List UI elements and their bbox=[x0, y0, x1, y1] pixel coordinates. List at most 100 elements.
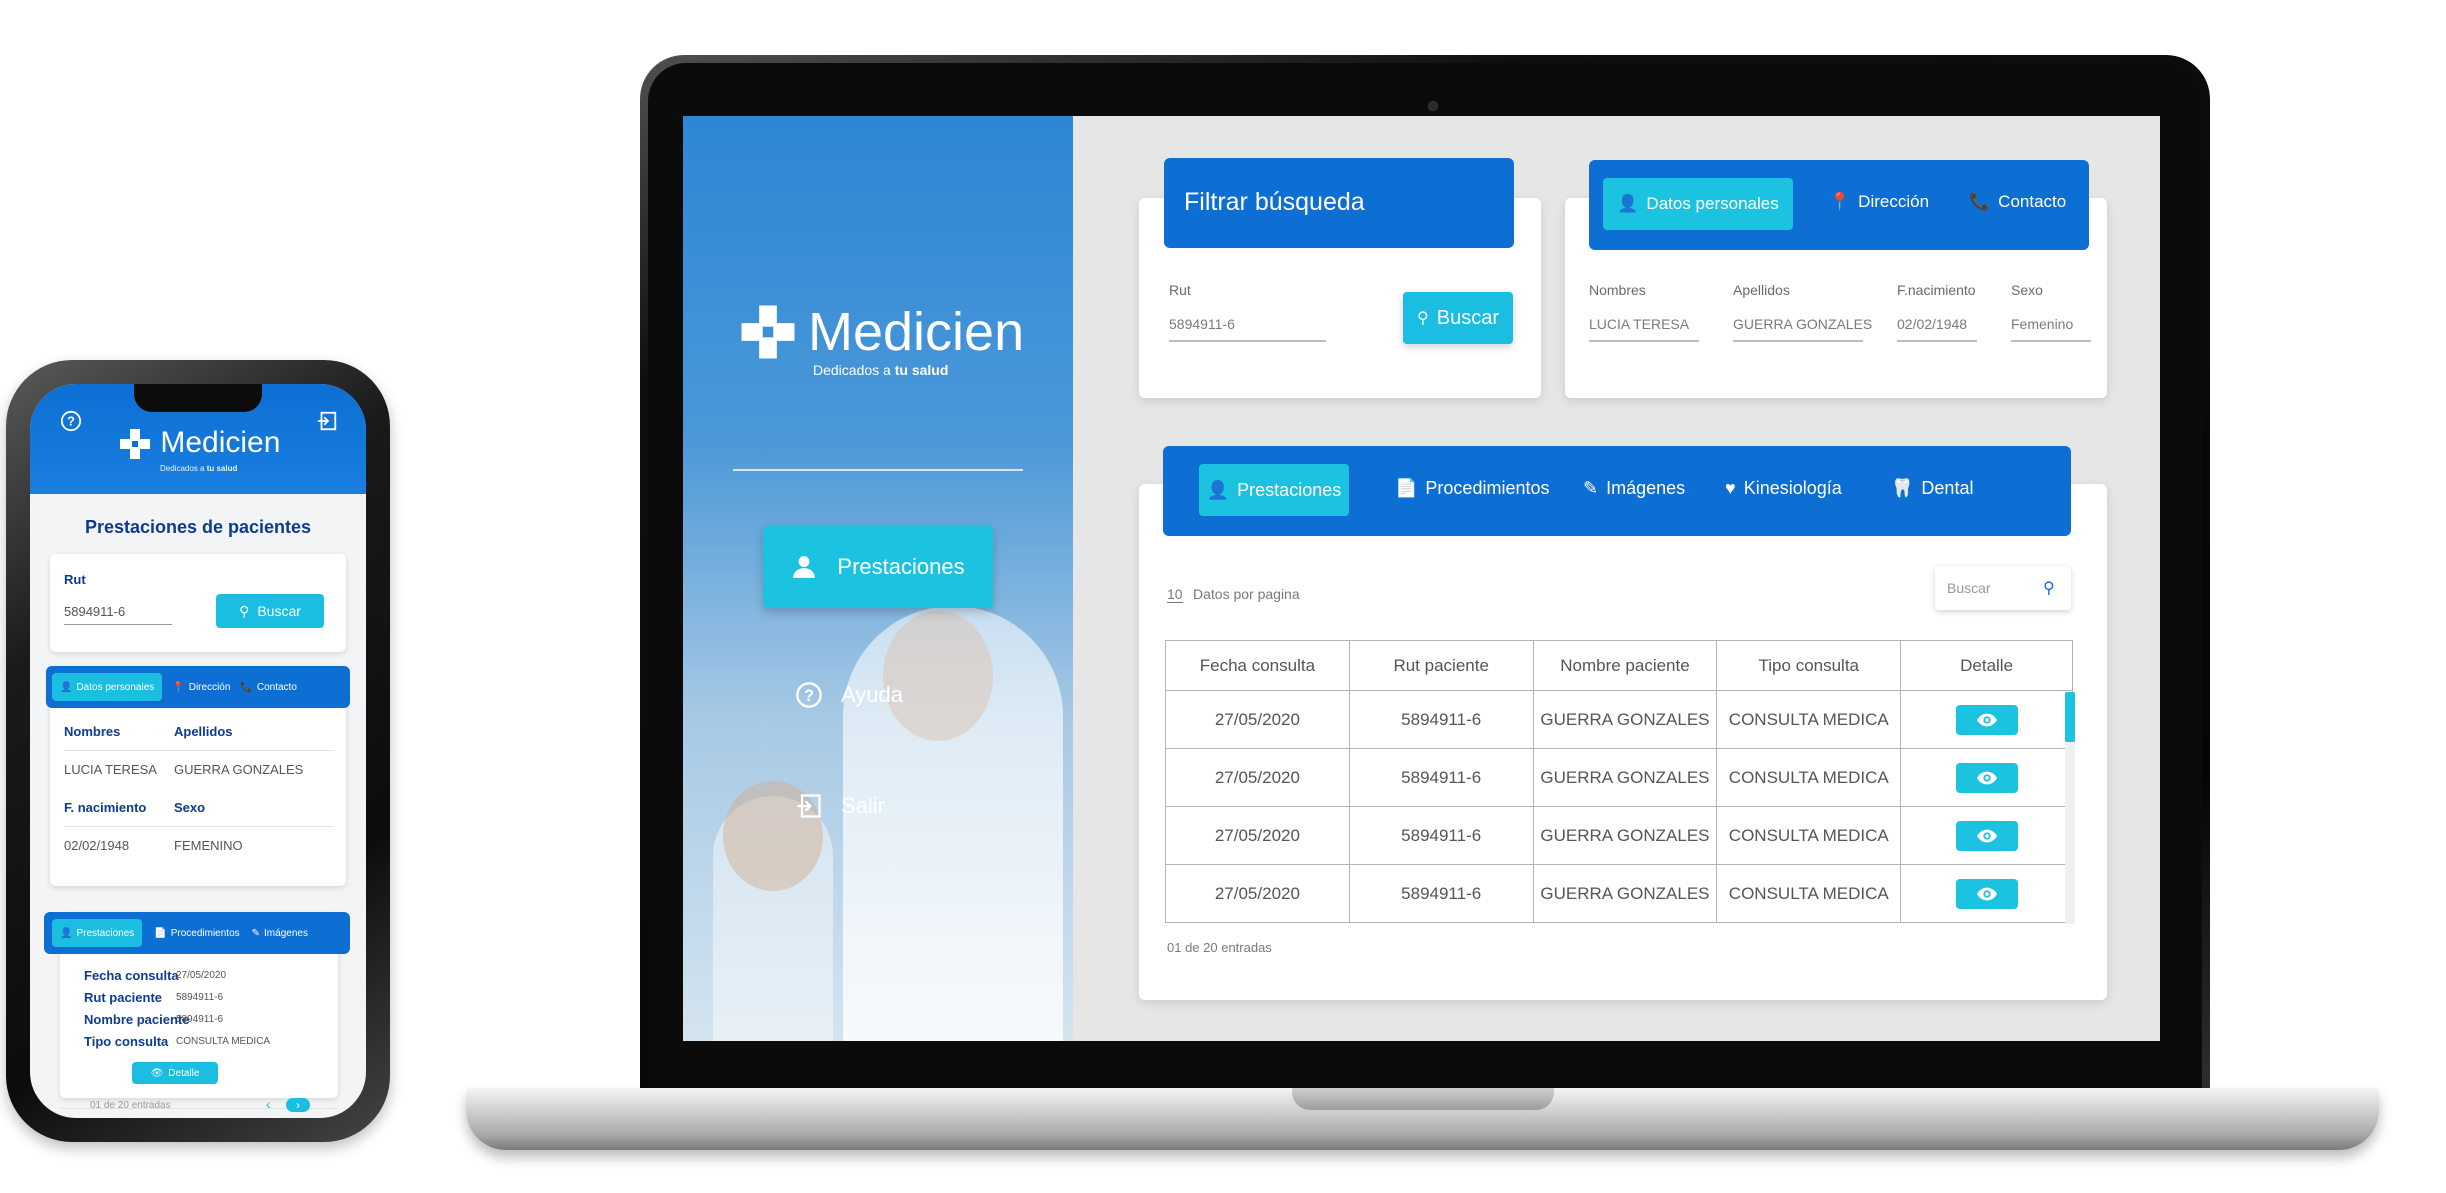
phone-tab-imagenes[interactable]: ✎ Imágenes bbox=[252, 928, 308, 939]
location-pin-icon: 📍 bbox=[1829, 192, 1851, 211]
cell-rut: 5894911-6 bbox=[1348, 748, 1534, 807]
cell-nombre: GUERRA GONZALES bbox=[1532, 748, 1718, 807]
phone-brand-tagline: Dedicados a tu salud bbox=[160, 464, 237, 473]
phone-nombres-label: Nombres bbox=[64, 724, 121, 739]
sidebar-item-prestaciones[interactable]: Prestaciones bbox=[763, 526, 993, 608]
filter-title: Filtrar búsqueda bbox=[1184, 188, 1365, 216]
search-icon: ⚲ bbox=[239, 602, 250, 619]
phone-tipo-consulta-value: CONSULTA MEDICA bbox=[176, 1036, 271, 1047]
per-page-select[interactable]: 10 bbox=[1167, 586, 1183, 603]
phone-nombre-paciente-value: 5894911-6 bbox=[176, 1014, 224, 1025]
search-icon: ⚲ bbox=[1417, 310, 1429, 327]
phone-rut-input[interactable]: 5894911-6 bbox=[64, 604, 125, 619]
nacimiento-value: 02/02/1948 bbox=[1897, 316, 1968, 332]
eye-icon bbox=[1976, 771, 1997, 784]
phone-search-card: Rut 5894911-6 ⚲ Buscar bbox=[50, 554, 346, 652]
cell-detalle bbox=[1900, 748, 2073, 807]
phone-records-card: 👤 Prestaciones 📄 Procedimientos ✎ Imágenes … bbox=[44, 912, 350, 1098]
tab-imagenes[interactable]: ✎ Imágenes bbox=[1583, 478, 1685, 499]
phone-tab-contacto[interactable]: 📞 Contacto bbox=[240, 682, 296, 693]
phone-rut-label: Rut bbox=[64, 572, 86, 587]
logout-icon[interactable] bbox=[314, 408, 340, 434]
col-nombre-paciente[interactable]: Nombre paciente bbox=[1532, 640, 1718, 691]
phone-tab-label: Dirección bbox=[188, 681, 231, 693]
help-icon[interactable]: ? bbox=[58, 408, 84, 434]
phone-notch bbox=[134, 384, 262, 412]
phone-personal-card: 👤 Datos personales 📍 Dirección 📞 Contacto N… bbox=[46, 666, 350, 886]
document-icon: 📄 bbox=[154, 927, 167, 939]
eye-icon: 👁 bbox=[150, 1067, 164, 1079]
divider bbox=[64, 750, 334, 751]
laptop-base-notch bbox=[1292, 1088, 1554, 1110]
phone-detalle-button[interactable]: 👁 Detalle bbox=[132, 1062, 218, 1084]
help-icon: ? bbox=[796, 682, 822, 708]
col-fecha-consulta[interactable]: Fecha consulta bbox=[1165, 640, 1350, 691]
search-button[interactable]: ⚲ Buscar bbox=[1403, 292, 1513, 344]
tab-label: Procedimientos bbox=[1425, 478, 1550, 498]
user-icon: 👤 bbox=[60, 927, 73, 939]
document-icon: 📄 bbox=[1395, 478, 1418, 498]
tab-datos-personales[interactable]: 👤 Datos personales bbox=[1603, 178, 1793, 230]
sidebar-item-label: Salir bbox=[841, 793, 886, 818]
rut-input-underline bbox=[1169, 340, 1326, 342]
phone-logo: Medicien bbox=[118, 426, 280, 461]
nombres-label: Nombres bbox=[1589, 282, 1646, 298]
phone-nombres-value: LUCIA TERESA bbox=[64, 762, 157, 777]
tab-contacto[interactable]: 📞 Contacto bbox=[1969, 192, 2066, 212]
phone-tab-direccion[interactable]: 📍 Dirección bbox=[172, 682, 230, 693]
phone-tab-prestaciones[interactable]: 👤 Prestaciones bbox=[52, 919, 143, 947]
phone-tab-procedimientos[interactable]: 📄 Procedimientos bbox=[154, 928, 239, 939]
heart-pulse-icon: ♥ bbox=[1725, 478, 1736, 498]
sidebar-item-salir[interactable]: Salir bbox=[795, 792, 885, 820]
tagline-prefix: Dedicados a bbox=[813, 362, 895, 378]
phone-tab-label: Contacto bbox=[256, 681, 297, 693]
tagline-bold: tu salud bbox=[206, 464, 238, 473]
view-detail-button[interactable] bbox=[1955, 878, 2018, 909]
xray-icon: ✎ bbox=[251, 927, 261, 939]
tab-dental[interactable]: 🦷 Dental bbox=[1891, 478, 1973, 499]
phone-brand-name: Medicien bbox=[160, 426, 281, 459]
rut-input[interactable]: 5894911-6 bbox=[1169, 316, 1235, 332]
phone-tab-datos-personales[interactable]: 👤 Datos personales bbox=[52, 673, 163, 701]
phone-search-button[interactable]: ⚲ Buscar bbox=[216, 594, 324, 628]
table-search-box[interactable]: Buscar ⚲ bbox=[1935, 566, 2071, 610]
phone-nombre-paciente-label: Nombre paciente bbox=[84, 1012, 190, 1027]
cell-fecha: 27/05/2020 bbox=[1165, 864, 1350, 923]
tab-procedimientos[interactable]: 📄 Procedimientos bbox=[1395, 478, 1549, 499]
col-rut-paciente[interactable]: Rut paciente bbox=[1348, 640, 1534, 691]
phone-next-button[interactable]: › bbox=[286, 1098, 310, 1112]
field-underline bbox=[1897, 340, 1977, 342]
tab-prestaciones[interactable]: 👤 Prestaciones bbox=[1199, 464, 1349, 516]
cell-tipo: CONSULTA MEDICA bbox=[1716, 806, 1902, 865]
apellidos-label: Apellidos bbox=[1733, 282, 1790, 298]
cell-tipo: CONSULTA MEDICA bbox=[1716, 864, 1902, 923]
laptop-screen: Medicien Dedicados a tu salud Prestacion… bbox=[683, 116, 2160, 1041]
phone-tipo-consulta-label: Tipo consulta bbox=[84, 1034, 169, 1049]
tab-kinesiologia[interactable]: ♥ Kinesiología bbox=[1725, 478, 1842, 499]
view-detail-button[interactable] bbox=[1955, 762, 2018, 793]
phone-page-title: Prestaciones de pacientes bbox=[84, 517, 312, 537]
personal-tabs-bar: 👤 Datos personales 📍 Dirección 📞 Contacto bbox=[1589, 160, 2089, 250]
sidebar-item-ayuda[interactable]: ? Ayuda bbox=[795, 681, 903, 709]
phone-screen: ? Medicien Dedicados a tu salud Prestaci… bbox=[30, 384, 366, 1118]
col-tipo-consulta[interactable]: Tipo consulta bbox=[1716, 640, 1902, 691]
view-detail-button[interactable] bbox=[1955, 820, 2018, 851]
field-underline bbox=[1589, 340, 1699, 342]
sidebar-logo: Medicien bbox=[738, 301, 1024, 363]
tab-label: Prestaciones bbox=[1237, 479, 1342, 500]
cell-detalle bbox=[1900, 806, 2073, 865]
table-row: 27/05/2020 5894911-6 GUERRA GONZALES CON… bbox=[1165, 690, 2073, 749]
tab-label: Contacto bbox=[1998, 192, 2067, 211]
phone-prev-button[interactable]: ‹ bbox=[266, 1096, 271, 1112]
tab-direccion[interactable]: 📍 Dirección bbox=[1829, 192, 1929, 212]
view-detail-button[interactable] bbox=[1955, 704, 2018, 735]
sexo-value: Femenino bbox=[2011, 316, 2074, 332]
tab-label: Datos personales bbox=[1646, 194, 1779, 213]
table-scrollbar-thumb[interactable] bbox=[2065, 692, 2075, 742]
sidebar: Medicien Dedicados a tu salud Prestacion… bbox=[683, 116, 1073, 1041]
table-row: 27/05/2020 5894911-6 GUERRA GONZALES CON… bbox=[1165, 806, 2073, 865]
phone-nacimiento-label: F. nacimiento bbox=[64, 800, 147, 815]
phone-search-button-label: Buscar bbox=[257, 603, 301, 619]
phone-pagination-text: 01 de 20 entradas bbox=[90, 1100, 171, 1111]
per-page-label: Datos por pagina bbox=[1193, 586, 1300, 602]
